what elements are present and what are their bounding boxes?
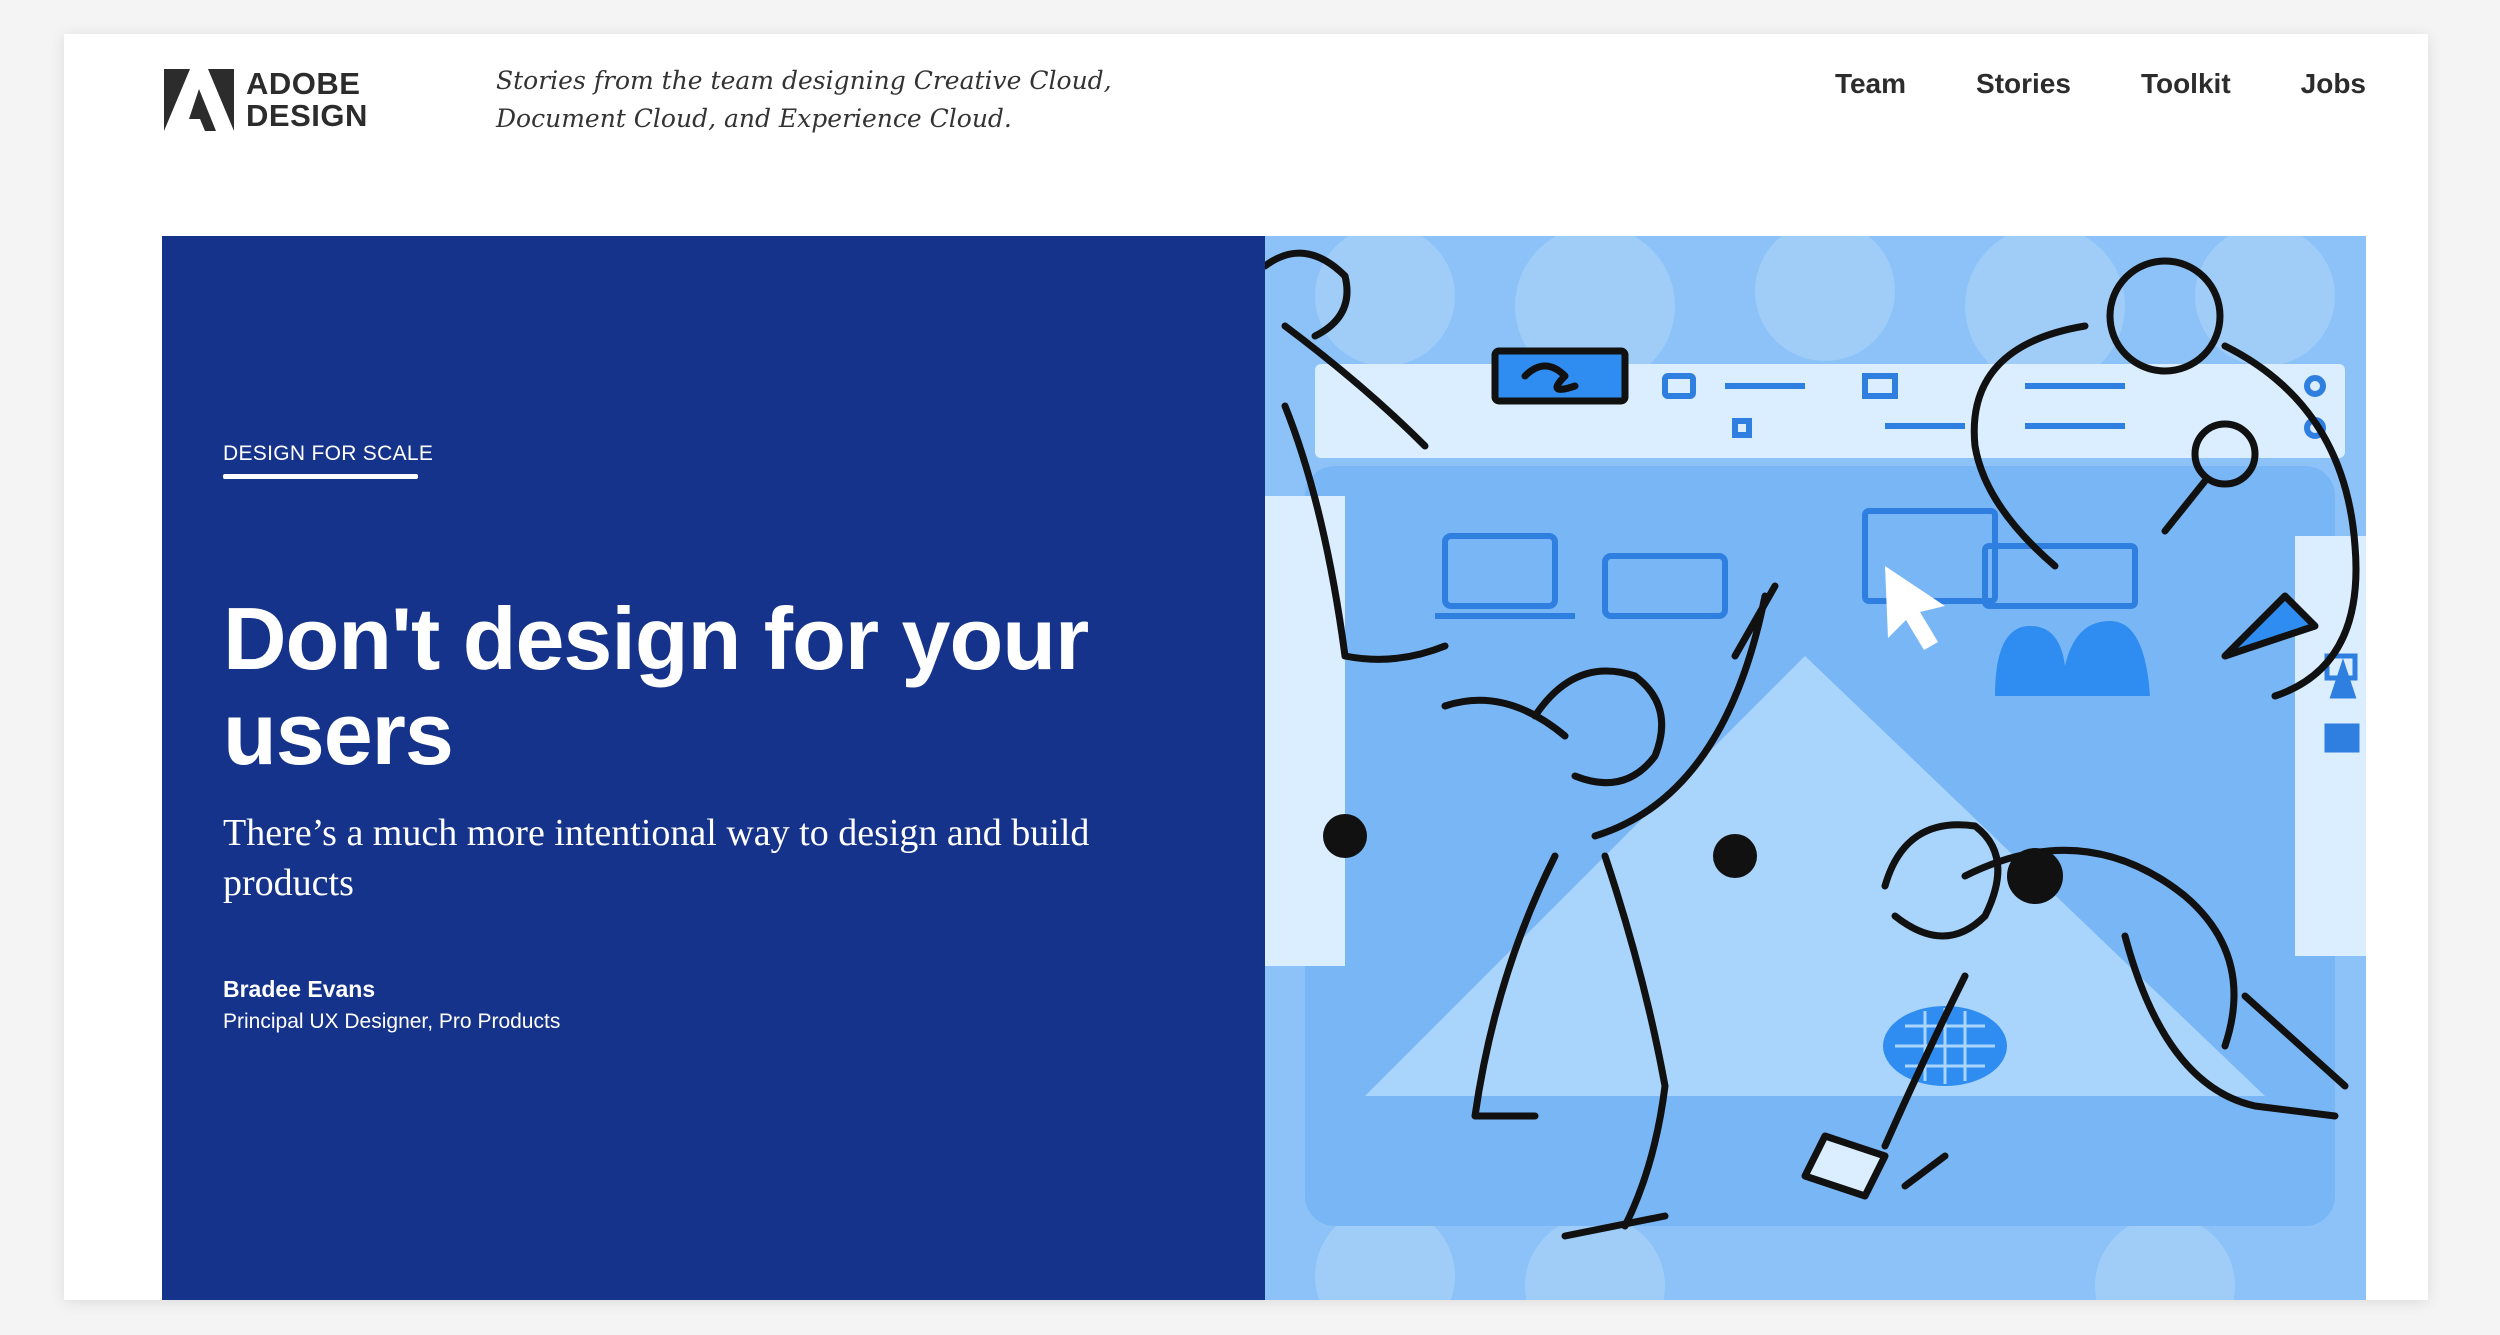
logo-text-line1: ADOBE [246, 66, 361, 101]
hero-banner[interactable]: DESIGN FOR SCALE Don't design for your u… [162, 236, 2366, 1300]
hero-illustration-panel [1265, 236, 2366, 1300]
hero-text-panel: DESIGN FOR SCALE Don't design for your u… [162, 236, 1265, 1300]
author-name[interactable]: Bradee Evans [223, 976, 375, 1003]
logo-text-line2: DESIGN [246, 98, 368, 133]
adobe-logo-icon [164, 69, 234, 131]
team-designing-illustration-icon [1265, 236, 2366, 1300]
main-nav: Team Stories Toolkit Jobs [1835, 64, 2366, 104]
logo-wordmark: ADOBE DESIGN [246, 68, 368, 132]
nav-toolkit[interactable]: Toolkit [2141, 64, 2231, 104]
nav-jobs[interactable]: Jobs [2301, 64, 2366, 104]
nav-stories[interactable]: Stories [1976, 64, 2071, 104]
article-title[interactable]: Don't design for your users [223, 591, 1183, 781]
tagline-line1: Stories from the team designing Creative… [496, 66, 1112, 95]
tagline-line2: Document Cloud, and Experience Cloud. [496, 104, 1012, 133]
category-link[interactable]: DESIGN FOR SCALE [223, 442, 433, 466]
site-tagline: Stories from the team designing Creative… [496, 62, 1136, 138]
article-subtitle: There’s a much more intentional way to d… [223, 812, 1090, 904]
author-role: Principal UX Designer, Pro Products [223, 1010, 561, 1033]
nav-team[interactable]: Team [1835, 64, 1906, 104]
adobe-design-logo[interactable]: ADOBE DESIGN [164, 68, 368, 132]
category-underline [223, 474, 418, 479]
page-card: ADOBE DESIGN Stories from the team desig… [64, 34, 2428, 1300]
